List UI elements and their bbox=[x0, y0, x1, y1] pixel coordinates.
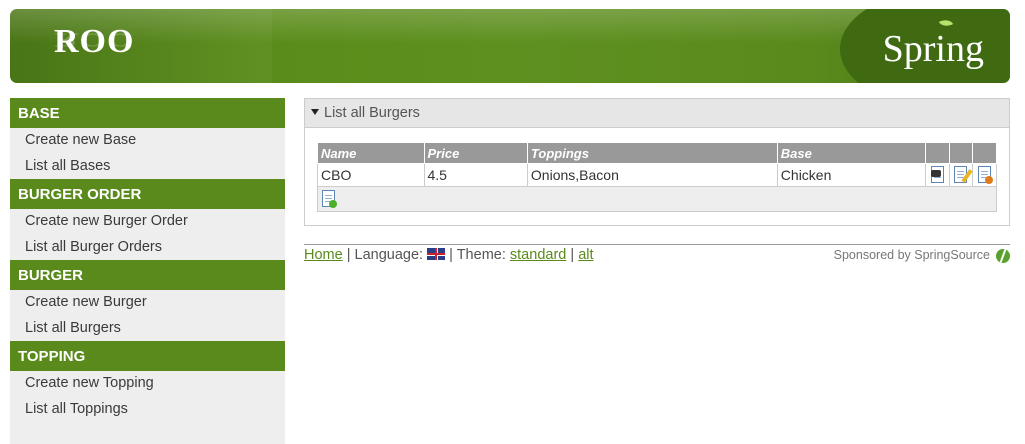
footer: Home | Language: | Theme: standard | alt… bbox=[304, 244, 1010, 275]
column-header-price: Price bbox=[423, 142, 528, 164]
cell-show bbox=[925, 163, 950, 187]
cell-update bbox=[948, 163, 974, 187]
menu-item-list-toppings[interactable]: List all Toppings bbox=[10, 397, 285, 423]
spring-logo: Spring bbox=[882, 28, 984, 70]
menu-item-create-topping[interactable]: Create new Topping bbox=[10, 371, 285, 397]
sidebar-menu: BASE Create new Base List all Bases BURG… bbox=[10, 98, 285, 444]
footer-separator: | bbox=[570, 247, 575, 263]
sponsor[interactable]: Sponsored by SpringSource bbox=[834, 248, 1010, 263]
theme-standard-link[interactable]: standard bbox=[510, 247, 566, 263]
collapse-triangle-icon[interactable] bbox=[311, 109, 319, 116]
menu-category-topping: TOPPING bbox=[10, 341, 285, 371]
uk-flag-icon[interactable] bbox=[427, 248, 446, 261]
cell-base: Chicken bbox=[776, 163, 927, 187]
menu-item-list-bases[interactable]: List all Bases bbox=[10, 154, 285, 180]
column-header-toppings: Toppings bbox=[526, 142, 778, 164]
home-link[interactable]: Home bbox=[304, 247, 343, 263]
column-header-base: Base bbox=[776, 142, 927, 164]
menu-item-create-base[interactable]: Create new Base bbox=[10, 128, 285, 154]
table-footer-row bbox=[317, 186, 997, 212]
menu-category-burger-order: BURGER ORDER bbox=[10, 179, 285, 209]
theme-label: Theme: bbox=[456, 247, 506, 263]
theme-alt-link[interactable]: alt bbox=[578, 247, 593, 263]
burgers-table: Name Price Toppings Base CBO 4.5 Onions,… bbox=[317, 142, 997, 212]
roo-logo-reflection: ROO bbox=[54, 28, 135, 51]
header-banner: ROO ROO Spring bbox=[10, 9, 1010, 83]
column-header-show bbox=[925, 142, 950, 164]
footer-separator: | bbox=[449, 247, 453, 263]
menu-item-create-burger-order[interactable]: Create new Burger Order bbox=[10, 209, 285, 235]
menu-category-base: BASE bbox=[10, 98, 285, 128]
menu-item-list-burger-orders[interactable]: List all Burger Orders bbox=[10, 235, 285, 261]
cell-delete bbox=[972, 163, 997, 187]
springsource-logo-icon bbox=[996, 248, 1010, 263]
cell-toppings: Onions,Bacon bbox=[526, 163, 778, 187]
menu-item-create-burger[interactable]: Create new Burger bbox=[10, 290, 285, 316]
delete-icon[interactable] bbox=[977, 166, 993, 185]
cell-name: CBO bbox=[317, 163, 425, 187]
update-icon[interactable] bbox=[953, 166, 973, 184]
column-header-name: Name bbox=[317, 142, 425, 164]
footer-links: Home | Language: | Theme: standard | alt bbox=[304, 247, 594, 263]
panel-title: List all Burgers bbox=[324, 105, 420, 121]
menu-item-list-burgers[interactable]: List all Burgers bbox=[10, 316, 285, 342]
show-icon[interactable] bbox=[930, 166, 946, 184]
create-icon[interactable] bbox=[321, 190, 337, 209]
sponsor-text: Sponsored by SpringSource bbox=[833, 248, 990, 262]
column-header-update bbox=[948, 142, 974, 164]
table-header-row: Name Price Toppings Base bbox=[317, 142, 997, 164]
list-burgers-panel: List all Burgers Name Price Toppings Bas… bbox=[304, 98, 1010, 226]
menu-category-burger: BURGER bbox=[10, 260, 285, 290]
footer-separator: | bbox=[346, 247, 351, 263]
create-cell bbox=[317, 186, 997, 212]
cell-price: 4.5 bbox=[423, 163, 528, 187]
column-header-delete bbox=[972, 142, 997, 164]
table-row: CBO 4.5 Onions,Bacon Chicken bbox=[317, 163, 997, 187]
panel-title-bar[interactable]: List all Burgers bbox=[305, 99, 1009, 128]
language-label: Language: bbox=[354, 247, 424, 263]
